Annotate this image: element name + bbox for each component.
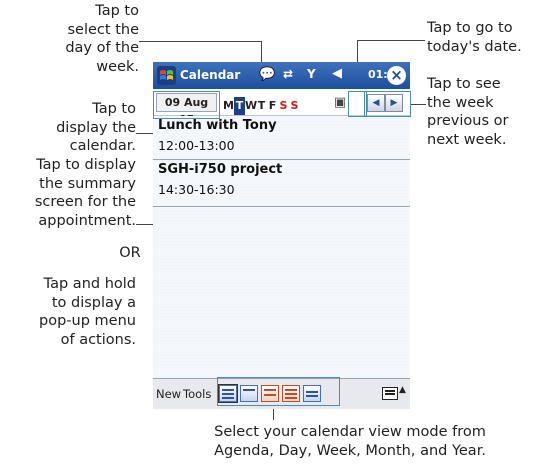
annotation-display-calendar: Tap to display the calendar.: [56, 101, 136, 154]
annotation-summary: Tap to display the summary screen for th…: [34, 157, 136, 229]
agenda-view-icon[interactable]: [218, 384, 238, 403]
app-title: Calendar: [180, 68, 241, 82]
annotation-go-today: Tap to go to today's date.: [427, 20, 522, 55]
leader-select-day-h: [139, 41, 262, 42]
leader-today-h: [357, 40, 425, 41]
appointment-item[interactable]: SGH-i750 project 14:30-16:30: [153, 160, 410, 207]
leader-calendar-h: [136, 133, 153, 134]
speaker-icon[interactable]: ◀: [332, 66, 342, 81]
keyboard-icon[interactable]: [382, 387, 398, 400]
appointment-time: 14:30-16:30: [158, 182, 235, 197]
connectivity-icon[interactable]: ⇄: [283, 67, 293, 81]
weekday-monday[interactable]: M: [223, 97, 234, 115]
leader-today-v: [357, 40, 358, 64]
today-icon[interactable]: ▣: [331, 94, 349, 111]
annotation-week-nav: Tap to see the week previous or next wee…: [427, 76, 509, 148]
date-selector[interactable]: 09 Aug 05: [156, 93, 217, 126]
weekday-thursday[interactable]: T: [256, 97, 267, 115]
tools-menu[interactable]: Tools: [183, 387, 211, 401]
title-bar: Calendar 💬 ⇄ Y ◀ 01:25 ×: [153, 62, 410, 89]
agenda-list: Lunch with Tony 12:00-13:00 SGH-i750 pro…: [153, 116, 410, 378]
weekday-tuesday[interactable]: T: [234, 97, 245, 115]
month-view-icon[interactable]: [282, 385, 300, 402]
bottom-toolbar: New Tools ▲: [153, 378, 410, 409]
appointment-title: Lunch with Tony: [158, 118, 277, 133]
week-navigation-bar: 09 Aug 05 MTWTFSS ▣ ◀ ▶: [153, 89, 410, 126]
weekday-sunday[interactable]: S: [289, 97, 300, 115]
new-menu[interactable]: New: [156, 387, 181, 401]
weekday-saturday[interactable]: S: [278, 97, 289, 115]
weekday-wednesday[interactable]: W: [245, 97, 257, 115]
annotation-view-mode: Select your calendar view mode from Agen…: [214, 424, 486, 459]
chat-icon[interactable]: 💬: [259, 67, 275, 82]
prev-week-button[interactable]: ◀: [367, 94, 385, 112]
appointment-title: SGH-i750 project: [158, 162, 283, 177]
weekday-friday[interactable]: F: [267, 97, 278, 115]
annotation-select-day: Tap to select the day of the week.: [65, 3, 139, 75]
annotation-or: OR: [119, 245, 141, 261]
annotation-tap-hold: Tap and hold to display a pop-up menu of…: [39, 276, 136, 348]
year-view-icon[interactable]: [303, 385, 321, 402]
view-mode-buttons: [218, 384, 324, 404]
signal-icon[interactable]: Y: [307, 67, 316, 81]
appointment-time: 12:00-13:00: [158, 138, 235, 153]
week-view-icon[interactable]: [261, 385, 279, 402]
leader-weeknav-h: [410, 104, 426, 105]
day-view-icon[interactable]: [240, 385, 258, 402]
weekday-strip: M T WT F S S: [223, 94, 300, 115]
start-flag-icon[interactable]: [156, 65, 177, 86]
appointment-item[interactable]: Lunch with Tony 12:00-13:00: [153, 116, 410, 160]
pocketpc-screen: Calendar 💬 ⇄ Y ◀ 01:25 × 09 Aug 05 MTWTF…: [153, 62, 410, 409]
input-arrow-icon[interactable]: ▲: [399, 385, 406, 395]
next-week-button[interactable]: ▶: [385, 94, 403, 112]
close-icon[interactable]: ×: [387, 66, 406, 85]
